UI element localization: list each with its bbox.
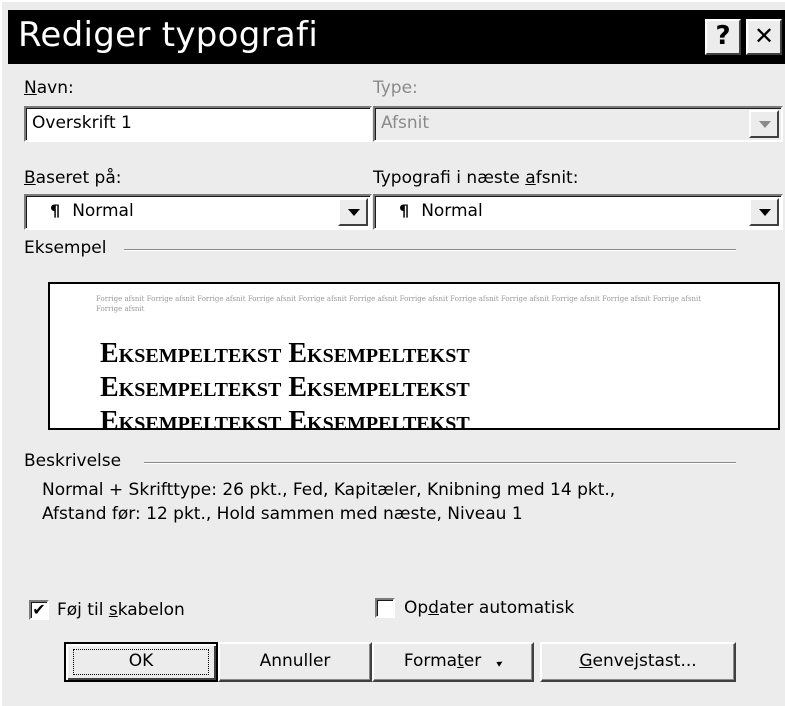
style-preview: Forrige afsnit Forrige afsnit Forrige af…: [48, 282, 780, 430]
shortcut-key-button[interactable]: Genvejstast...: [540, 642, 736, 682]
description-text-line: Normal + Skrifttype: 26 pkt., Fed, Kapit…: [42, 480, 616, 500]
description-group-label: Beskrivelse: [24, 451, 122, 471]
help-button[interactable]: ?: [705, 19, 741, 55]
add-to-template-label: Føj til skabelon: [57, 600, 185, 620]
name-input[interactable]: Overskrift 1: [24, 106, 372, 142]
ok-button[interactable]: OK: [64, 642, 218, 682]
next-style-value: Normal: [421, 201, 483, 221]
type-value: Afsnit: [381, 113, 430, 133]
chevron-down-icon: [749, 110, 779, 138]
auto-update-checkbox[interactable]: [375, 598, 395, 618]
dialog-title: Rediger typografi: [18, 15, 319, 55]
format-button[interactable]: Formater ▸: [372, 642, 534, 682]
next-style-label: Typografi i næste afsnit:: [373, 168, 579, 188]
preview-sample-line: Eksempeltekst Eksempeltekst: [100, 406, 470, 430]
chevron-down-icon[interactable]: [338, 198, 368, 226]
based-on-value: Normal: [72, 201, 134, 221]
focus-rectangle: [73, 649, 209, 675]
description-group-divider: [144, 462, 736, 464]
preview-group-label: Eksempel: [24, 238, 107, 258]
based-on-select[interactable]: ¶ Normal: [24, 194, 372, 230]
preview-sample-line: Eksempeltekst Eksempeltekst: [100, 372, 470, 403]
cancel-button[interactable]: Annuller: [218, 642, 372, 682]
menu-arrow-icon: ▸: [493, 655, 506, 670]
title-bar: Rediger typografi ? ✕: [8, 10, 785, 64]
type-label: Type:: [373, 78, 418, 98]
next-style-select[interactable]: ¶ Normal: [373, 194, 783, 230]
edit-style-dialog: Rediger typografi ? ✕ Navn: Overskrift 1…: [0, 0, 785, 706]
paragraph-icon: ¶: [50, 201, 61, 220]
preview-sample-line: Eksempeltekst Eksempeltekst: [100, 338, 470, 369]
preview-group-divider: [124, 249, 736, 251]
chevron-down-icon[interactable]: [749, 198, 779, 226]
name-label: Navn:: [24, 78, 74, 98]
based-on-label: Baseret på:: [24, 168, 122, 188]
auto-update-label: Opdater automatisk: [404, 598, 575, 618]
preview-previous-paragraph: Forrige afsnit Forrige afsnit Forrige af…: [96, 295, 702, 313]
add-to-template-checkbox[interactable]: ✔: [29, 600, 49, 620]
description-text-line: Afstand før: 12 pkt., Hold sammen med næ…: [42, 504, 523, 524]
close-button[interactable]: ✕: [746, 19, 782, 55]
paragraph-icon: ¶: [399, 201, 410, 220]
type-select: Afsnit: [373, 106, 783, 142]
